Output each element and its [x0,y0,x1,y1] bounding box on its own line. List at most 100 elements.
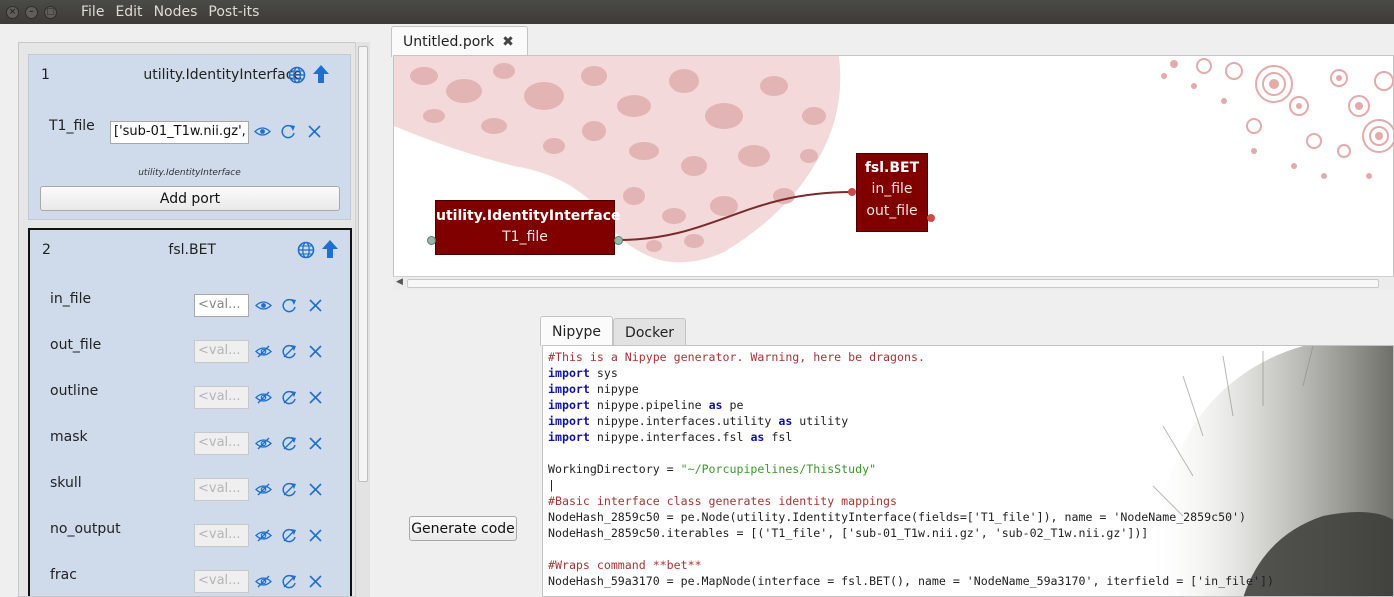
graph-node-port: in_file [871,181,913,197]
node-card-title: fsl.BET [168,242,216,258]
close-icon[interactable] [307,435,324,452]
code-token: as [778,414,793,428]
link-off-icon[interactable] [281,435,298,452]
close-icon[interactable] [307,343,324,360]
port-value-input[interactable]: <val... [194,432,249,455]
graph-canvas[interactable]: utility.IdentityInterface T1_file fsl.BE… [393,55,1394,290]
node-card-index: 1 [41,67,50,83]
code-token: import [548,382,590,396]
code-token: nipype [589,382,639,396]
output-port-dot[interactable] [614,236,623,245]
arrow-up-icon[interactable] [312,64,330,84]
link-off-icon[interactable] [281,481,298,498]
eye-off-icon[interactable] [255,343,272,360]
tab-docker[interactable]: Docker [613,318,687,346]
port-value-input[interactable]: <val... [194,386,249,409]
close-icon[interactable] [306,123,323,140]
menu-edit[interactable]: Edit [115,4,142,20]
port-value-input[interactable]: <val... [194,570,249,593]
code-token: fsl [764,430,793,444]
eye-icon[interactable] [254,123,271,140]
code-line: NodeHash_2859c50.iterables = [('T1_file'… [548,525,1274,541]
code-token: NodeHash_2859c50.iterables = [('T1_file'… [548,526,1149,540]
port-label: no_output [50,521,121,537]
input-port-dot[interactable] [848,188,856,196]
port-value-input[interactable]: <val... [194,478,249,501]
output-port-dot[interactable] [927,214,935,222]
port-value-input[interactable]: <val... [194,340,249,363]
close-window-button[interactable]: × [6,5,19,19]
generate-code-button[interactable]: Generate code [409,516,517,541]
graph-node-identity-interface[interactable]: utility.IdentityInterface T1_file [435,200,621,255]
eye-icon[interactable] [255,297,272,314]
close-icon[interactable] [307,297,324,314]
node-card-index: 2 [42,242,51,258]
code-line: import nipype.interfaces.utility as util… [548,413,1274,429]
code-line: #Basic interface class generates identit… [548,493,1274,509]
code-token: utility [792,414,849,428]
code-token: pe [722,398,744,412]
document-tabbar: Untitled.pork ✖ [391,24,1394,57]
graph-node-port: out_file [866,203,918,219]
graph-node-fsl-bet[interactable]: fsl.BET in_file out_file [856,153,928,232]
tab-untitled-pork[interactable]: Untitled.pork ✖ [391,26,528,57]
arrow-up-icon[interactable] [321,239,339,259]
link-off-icon[interactable] [281,343,298,360]
close-icon[interactable] [307,527,324,544]
maximize-window-button[interactable]: □ [44,5,57,19]
node-card-subtitle: utility.IdentityInterface [138,168,241,178]
horizontal-scrollbar[interactable]: ◀ [393,276,1394,290]
code-token: | [548,478,555,492]
close-icon[interactable] [307,573,324,590]
generated-code-editor[interactable]: #This is a Nipype generator. Warning, he… [542,345,1394,597]
code-line: | [548,477,1274,493]
eye-off-icon[interactable] [255,481,272,498]
eye-off-icon[interactable] [255,389,272,406]
eye-off-icon[interactable] [255,527,272,544]
port-value-input[interactable]: ['sub-01_T1w.nii.gz', 'sub-02_T1w.nii.gz… [110,121,249,144]
link-off-icon[interactable] [281,527,298,544]
port-label: outline [50,383,99,399]
graph-node-title: fsl.BET [864,160,920,176]
code-token: sys [589,366,618,380]
code-line: NodeHash_2859c50 = pe.Node(utility.Ident… [548,509,1274,525]
port-label: out_file [50,337,102,353]
code-token: NodeHash_59a3170 = pe.MapNode(interface … [548,574,1274,588]
node-card-selected: 2 fsl.BET in_file <val... out_file <val.… [28,228,352,596]
refresh-icon[interactable] [281,297,298,314]
port-value-input[interactable]: <val... [194,524,249,547]
code-line: import sys [548,365,1274,381]
window-titlebar: × – □ File Edit Nodes Post-its [0,0,1394,24]
minimize-window-button[interactable]: – [25,5,38,19]
code-line: import nipype [548,381,1274,397]
code-token: import [548,366,590,380]
eye-off-icon[interactable] [255,573,272,590]
scroll-left-icon[interactable]: ◀ [396,277,403,287]
tab-nipype[interactable]: Nipype [540,316,614,346]
globe-icon[interactable] [297,241,315,259]
globe-icon[interactable] [288,66,306,84]
code-token: #Basic interface class generates identit… [548,494,898,508]
close-tab-icon[interactable]: ✖ [502,34,514,50]
scrollbar-thumb[interactable] [358,46,368,482]
code-token: nipype.interfaces.fsl [589,430,751,444]
graph-node-port: T1_file [502,229,548,245]
port-value-input[interactable]: <val... [194,294,249,317]
code-token: import [548,398,590,412]
menu-post-its[interactable]: Post-its [208,4,259,20]
eye-off-icon[interactable] [255,435,272,452]
vertical-scrollbar[interactable] [355,42,370,597]
tab-title: Untitled.pork [403,34,495,50]
link-off-icon[interactable] [281,573,298,590]
add-port-button[interactable]: Add port [40,186,340,211]
close-icon[interactable] [307,389,324,406]
input-port-dot[interactable] [427,236,436,245]
menu-file[interactable]: File [81,4,104,20]
code-token: import [548,430,590,444]
close-icon[interactable] [307,481,324,498]
scrollbar-thumb[interactable] [407,279,1379,288]
code-token: #Wraps command **bet** [548,558,702,572]
link-off-icon[interactable] [281,389,298,406]
menu-nodes[interactable]: Nodes [154,4,198,20]
refresh-icon[interactable] [280,123,297,140]
